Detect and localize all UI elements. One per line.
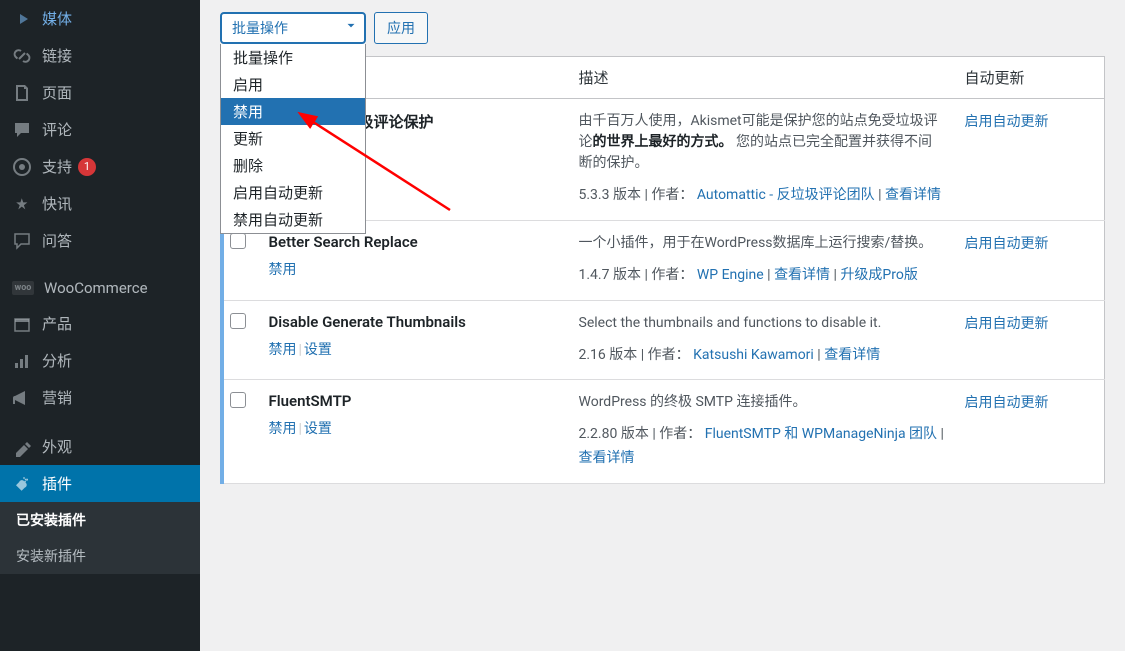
author-link[interactable]: Katsushi Kawamori	[693, 347, 814, 363]
header-auto-update[interactable]: 自动更新	[955, 57, 1105, 99]
dropdown-option[interactable]: 更新	[221, 125, 365, 152]
sidebar-sub-add-new[interactable]: 安装新插件	[0, 538, 200, 574]
sidebar-submenu: 已安装插件 安装新插件	[0, 502, 200, 574]
sidebar-label: 外观	[42, 436, 72, 457]
deactivate-link[interactable]: 禁用	[269, 342, 297, 358]
sidebar-item-woocommerce[interactable]: woo WooCommerce	[0, 271, 200, 305]
plugin-description: WordPress 的终极 SMTP 连接插件。	[579, 392, 945, 413]
dropdown-option[interactable]: 删除	[221, 152, 365, 179]
sidebar-label: 营销	[42, 387, 72, 408]
woo-icon: woo	[12, 281, 34, 295]
sidebar-item-media[interactable]: 媒体	[0, 0, 200, 37]
notification-badge: 1	[78, 158, 96, 176]
table-row: Disable Generate Thumbnails 禁用|设置 Select…	[222, 300, 1105, 380]
author-link[interactable]: FluentSMTP 和 WPManageNinja 团队	[705, 426, 937, 442]
plugin-name: Disable Generate Thumbnails	[269, 313, 559, 331]
plugin-description: 一个小插件，用于在WordPress数据库上运行搜索/替换。	[579, 233, 945, 254]
settings-link[interactable]: 设置	[304, 421, 332, 437]
sidebar-label: 页面	[42, 82, 72, 103]
sidebar-sub-installed[interactable]: 已安装插件	[0, 502, 200, 538]
sidebar-item-marketing[interactable]: 营销	[0, 379, 200, 416]
main-content: 批量操作 批量操作 启用 禁用 更新 删除 启用自动更新 禁用自动更新 应用 插…	[200, 0, 1125, 651]
meta-link[interactable]: 查看详情	[579, 450, 635, 466]
sidebar-label: 评论	[42, 119, 72, 140]
sidebar-label: 媒体	[42, 8, 72, 29]
meta-link[interactable]: 升级成Pro版	[840, 267, 917, 283]
media-icon	[12, 9, 32, 29]
qa-icon	[12, 231, 32, 251]
settings-link[interactable]: 设置	[304, 342, 332, 358]
meta-link[interactable]: 查看详情	[824, 347, 880, 363]
sidebar-item-products[interactable]: 产品	[0, 305, 200, 342]
sidebar-item-support[interactable]: 支持 1	[0, 148, 200, 185]
sidebar-item-pages[interactable]: 页面	[0, 74, 200, 111]
appearance-icon	[12, 437, 32, 457]
admin-sidebar: 媒体 链接 页面 评论 支持 1 快讯 问答 woo WooCommerce 产…	[0, 0, 200, 651]
plugin-meta: 2.16 版本 | 作者： Katsushi Kawamori | 查看详情	[579, 344, 945, 368]
plugin-meta: 2.2.80 版本 | 作者： FluentSMTP 和 WPManageNin…	[579, 423, 945, 471]
sidebar-label: 问答	[42, 230, 72, 251]
meta-link[interactable]: 查看详情	[774, 267, 830, 283]
bulk-select-wrap: 批量操作 批量操作 启用 禁用 更新 删除 启用自动更新 禁用自动更新	[220, 12, 366, 44]
dropdown-option[interactable]: 禁用自动更新	[221, 206, 365, 233]
row-actions: 禁用|设置	[269, 418, 559, 438]
deactivate-link[interactable]: 禁用	[269, 421, 297, 437]
link-icon	[12, 46, 32, 66]
sidebar-item-analytics[interactable]: 分析	[0, 342, 200, 379]
plugin-name: Better Search Replace	[269, 233, 559, 251]
pin-icon	[12, 194, 32, 214]
author-link[interactable]: WP Engine	[697, 267, 764, 283]
plugin-meta: 1.4.7 版本 | 作者： WP Engine | 查看详情 | 升级成Pro…	[579, 264, 945, 288]
sidebar-label: 产品	[42, 313, 72, 334]
sidebar-label: 插件	[42, 473, 72, 494]
deactivate-link[interactable]: 禁用	[269, 262, 297, 278]
sidebar-item-appearance[interactable]: 外观	[0, 428, 200, 465]
sidebar-item-links[interactable]: 链接	[0, 37, 200, 74]
row-actions: 禁用|设置	[269, 339, 559, 359]
bulk-actions-row: 批量操作 批量操作 启用 禁用 更新 删除 启用自动更新 禁用自动更新 应用	[220, 12, 1105, 44]
marketing-icon	[12, 388, 32, 408]
plugin-description: 由千百万人使用，Akismet可能是保护您的站点免受垃圾评论的世界上最好的方式。…	[579, 111, 945, 174]
table-row: FluentSMTP 禁用|设置 WordPress 的终极 SMTP 连接插件…	[222, 380, 1105, 484]
dropdown-option[interactable]: 启用	[221, 71, 365, 98]
product-icon	[12, 314, 32, 334]
sidebar-label: WooCommerce	[44, 279, 148, 297]
plugin-name: FluentSMTP	[269, 392, 559, 410]
enable-auto-update-link[interactable]: 启用自动更新	[965, 236, 1049, 252]
dropdown-option[interactable]: 批量操作	[221, 44, 365, 71]
row-checkbox[interactable]	[230, 233, 246, 249]
bulk-action-dropdown: 批量操作 启用 禁用 更新 删除 启用自动更新 禁用自动更新	[220, 44, 366, 234]
sidebar-label: 链接	[42, 45, 72, 66]
row-checkbox[interactable]	[230, 313, 246, 329]
enable-auto-update-link[interactable]: 启用自动更新	[965, 316, 1049, 332]
comment-icon	[12, 120, 32, 140]
page-icon	[12, 83, 32, 103]
sidebar-label: 分析	[42, 350, 72, 371]
meta-link[interactable]: 查看详情	[885, 187, 941, 203]
header-description[interactable]: 描述	[569, 57, 955, 99]
analytics-icon	[12, 351, 32, 371]
bulk-action-select[interactable]: 批量操作	[220, 12, 366, 44]
sidebar-item-plugins[interactable]: 插件	[0, 465, 200, 502]
row-actions: 禁用	[269, 259, 559, 279]
plugins-icon	[12, 474, 32, 494]
dropdown-option-highlighted[interactable]: 禁用	[221, 98, 365, 125]
enable-auto-update-link[interactable]: 启用自动更新	[965, 114, 1049, 130]
plugin-meta: 5.3.3 版本 | 作者： Automattic - 反垃圾评论团队 | 查看…	[579, 184, 945, 208]
row-checkbox[interactable]	[230, 392, 246, 408]
sidebar-label: 支持	[42, 156, 72, 177]
sidebar-item-news[interactable]: 快讯	[0, 185, 200, 222]
plugin-description: Select the thumbnails and functions to d…	[579, 313, 945, 334]
enable-auto-update-link[interactable]: 启用自动更新	[965, 395, 1049, 411]
support-icon	[12, 157, 32, 177]
dropdown-option[interactable]: 启用自动更新	[221, 179, 365, 206]
sidebar-item-comments[interactable]: 评论	[0, 111, 200, 148]
apply-button[interactable]: 应用	[374, 12, 428, 44]
author-link[interactable]: Automattic - 反垃圾评论团队	[697, 187, 875, 203]
sidebar-label: 快讯	[42, 193, 72, 214]
sidebar-item-qa[interactable]: 问答	[0, 222, 200, 259]
